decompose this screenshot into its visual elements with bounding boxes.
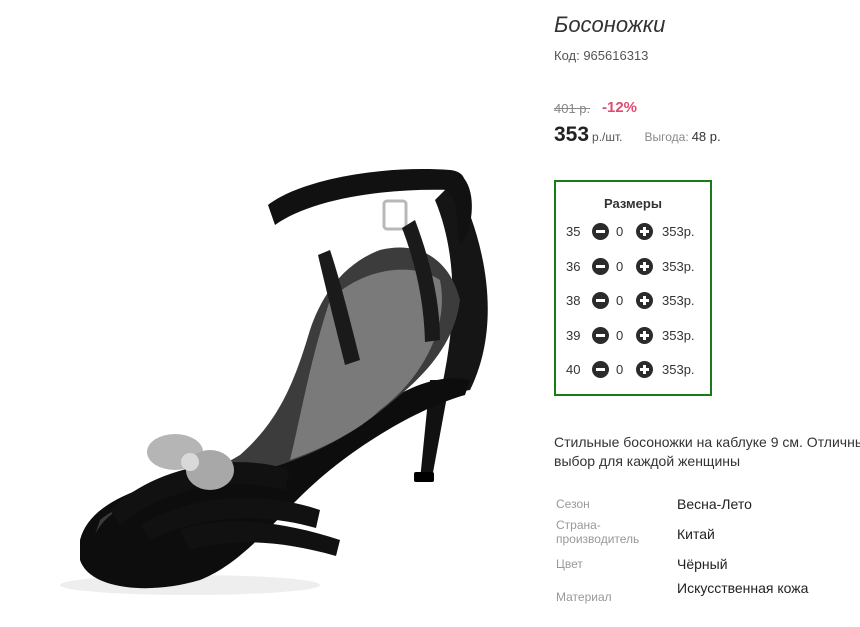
plus-icon[interactable]	[636, 361, 653, 378]
spec-value: Чёрный	[677, 556, 728, 572]
product-image	[0, 0, 540, 627]
spec-label: Цвет	[556, 557, 583, 571]
minus-icon[interactable]	[592, 292, 609, 309]
quantity-value: 0	[616, 328, 624, 343]
sizes-panel: Размеры 35 0 353р. 36 0 353р. 38 0 353р.…	[554, 180, 712, 396]
size-row: 40 0 353р.	[556, 360, 710, 380]
minus-icon[interactable]	[592, 223, 609, 240]
size-row: 38 0 353р.	[556, 291, 710, 311]
savings-value: 48 р.	[691, 129, 721, 144]
size-price: 353р.	[662, 328, 695, 343]
savings-label: Выгода:	[644, 130, 689, 144]
minus-icon[interactable]	[592, 258, 609, 275]
sizes-title: Размеры	[604, 196, 662, 211]
size-number: 35	[566, 224, 581, 239]
product-title: Босоножки	[554, 12, 666, 37]
spec-value: Китай	[677, 526, 715, 542]
discount-badge: -12%	[602, 99, 638, 116]
size-price: 353р.	[662, 224, 695, 239]
size-number: 38	[566, 293, 581, 308]
plus-icon[interactable]	[636, 292, 653, 309]
spec-label: Сезон	[556, 497, 590, 511]
current-price: 353	[554, 123, 590, 146]
size-price: 353р.	[662, 259, 695, 274]
spec-value: Весна-Лето	[677, 496, 752, 512]
product-code: Код: 965616313	[554, 48, 649, 63]
spec-label: Страна-производитель	[556, 518, 640, 546]
size-number: 40	[566, 362, 581, 377]
plus-icon[interactable]	[636, 223, 653, 240]
size-row: 36 0 353р.	[556, 257, 710, 277]
minus-icon[interactable]	[592, 361, 609, 378]
size-price: 353р.	[662, 293, 695, 308]
size-number: 39	[566, 328, 581, 343]
spec-value: Искусственная кожа	[677, 580, 809, 596]
quantity-value: 0	[616, 362, 624, 377]
quantity-value: 0	[616, 224, 624, 239]
plus-icon[interactable]	[636, 258, 653, 275]
size-price: 353р.	[662, 362, 695, 377]
size-row: 39 0 353р.	[556, 326, 710, 346]
quantity-value: 0	[616, 293, 624, 308]
size-number: 36	[566, 259, 581, 274]
quantity-value: 0	[616, 259, 624, 274]
price-unit: р./шт.	[592, 130, 623, 144]
sandal-illustration	[60, 169, 488, 595]
product-description: Стильные босоножки на каблуке 9 см. Отли…	[554, 434, 860, 469]
size-row: 35 0 353р.	[556, 222, 710, 242]
spec-label: Материал	[556, 590, 612, 604]
old-price: 401 р.	[554, 101, 591, 116]
minus-icon[interactable]	[592, 327, 609, 344]
price-line: 353 р./шт. Выгода: 48 р.	[554, 123, 721, 147]
plus-icon[interactable]	[636, 327, 653, 344]
